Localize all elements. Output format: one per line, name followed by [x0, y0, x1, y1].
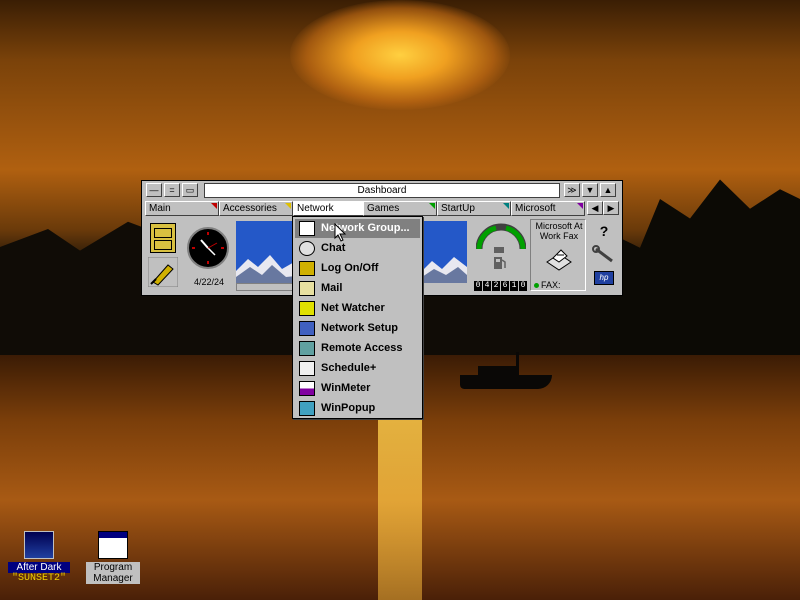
fax-title: Microsoft At Work Fax: [535, 221, 583, 241]
menu-item-label: Log On/Off: [321, 262, 379, 274]
winmeter-icon: [299, 381, 315, 396]
help-icon[interactable]: ?: [594, 223, 614, 241]
menu-item-log-on-off[interactable]: Log On/Off: [295, 259, 420, 278]
counter-digit: 6: [501, 281, 509, 291]
menu-item-mail[interactable]: Mail: [295, 279, 420, 298]
icon-label: Program Manager: [86, 562, 140, 584]
tab-label: Main: [149, 203, 171, 214]
fax-led-icon: [534, 283, 539, 289]
menu-item-label: Mail: [321, 282, 343, 294]
counter-digit: 2: [492, 281, 500, 291]
fax-status: FAX:: [531, 280, 587, 290]
tab-microsoft[interactable]: Microsoft: [511, 201, 585, 216]
key-icon: [299, 261, 315, 276]
collapse-button[interactable]: ≫: [564, 183, 580, 197]
utility-column: ? hp: [592, 223, 616, 289]
desktop-preview-mountains-right[interactable]: [422, 221, 467, 283]
after-dark-icon: [24, 531, 54, 559]
network-menu: Network Group... Chat Log On/Off Mail Ne…: [292, 216, 423, 419]
fountain-pen-icon[interactable]: [148, 257, 178, 287]
window-icon: [299, 221, 315, 236]
counter-digit: 0: [519, 281, 527, 291]
fax-machine-icon: [546, 249, 572, 271]
counter-digit: 1: [510, 281, 518, 291]
window-control-tile-button[interactable]: ▭: [182, 183, 198, 197]
tab-label: Network: [297, 203, 334, 214]
tab-label: Microsoft: [515, 203, 556, 214]
counter-digit: 0: [474, 281, 482, 291]
icon-label: After Dark: [8, 562, 70, 573]
menu-item-label: Network Setup: [321, 322, 399, 334]
menu-item-network-group[interactable]: Network Group...: [295, 219, 420, 238]
schedule-icon: [299, 361, 315, 376]
date-label: 4/22/24: [193, 277, 225, 287]
menu-item-network-setup[interactable]: Network Setup: [295, 319, 420, 338]
wrench-icon[interactable]: [592, 245, 616, 265]
fuel-pump-icon: [494, 257, 506, 269]
menu-item-label: Net Watcher: [321, 302, 385, 314]
tab-label: Accessories: [223, 203, 277, 214]
net-watcher-icon: [299, 301, 315, 316]
fax-panel[interactable]: Microsoft At Work Fax FAX:: [530, 219, 586, 291]
usage-counter: 0 4 2 6 1 0: [474, 281, 527, 291]
minimize-button[interactable]: ▼: [582, 183, 598, 197]
winpopup-icon: [299, 401, 315, 416]
mail-icon: [299, 281, 315, 296]
mouse-pointer-icon: [334, 223, 347, 242]
menu-item-schedule[interactable]: Schedule+: [295, 359, 420, 378]
menu-item-label: WinPopup: [321, 402, 376, 414]
tab-startup[interactable]: StartUp: [437, 201, 511, 216]
tab-label: StartUp: [441, 203, 475, 214]
menu-item-label: WinMeter: [321, 382, 371, 394]
menu-item-remote-access[interactable]: Remote Access: [295, 339, 420, 358]
dashboard-title[interactable]: Dashboard: [204, 183, 560, 198]
menu-item-chat[interactable]: Chat: [295, 239, 420, 258]
maximize-button[interactable]: ▲: [600, 183, 616, 197]
tab-games[interactable]: Games: [363, 201, 437, 216]
group-tabs: Main Accessories Network Games StartUp M…: [145, 201, 619, 216]
tab-label: Games: [367, 203, 400, 214]
boat-hull: [460, 375, 552, 389]
boat-mast: [516, 352, 519, 376]
chat-icon: [299, 241, 315, 256]
clock-icon[interactable]: [187, 227, 229, 269]
icon-sublabel: "SUNSET2": [11, 573, 66, 584]
after-dark-desktop-icon[interactable]: After Dark "SUNSET2": [8, 531, 70, 584]
fax-status-label: FAX:: [541, 280, 561, 290]
counter-digit: 4: [483, 281, 491, 291]
network-setup-icon: [299, 321, 315, 336]
remote-access-icon: [299, 341, 315, 356]
tab-network[interactable]: Network: [293, 201, 367, 216]
tab-scroll-right-button[interactable]: ▶: [603, 201, 619, 215]
hp-logo-icon[interactable]: hp: [594, 271, 614, 285]
resource-gauge-icon[interactable]: [476, 223, 526, 253]
program-manager-icon: [98, 531, 128, 559]
window-control-menu-button[interactable]: —: [146, 183, 162, 197]
tab-scroll-left-button[interactable]: ◀: [587, 201, 603, 215]
menu-item-winpopup[interactable]: WinPopup: [295, 399, 420, 418]
window-control-restore-button[interactable]: =: [164, 183, 180, 197]
menu-item-label: Remote Access: [321, 342, 403, 354]
menu-item-net-watcher[interactable]: Net Watcher: [295, 299, 420, 318]
menu-item-winmeter[interactable]: WinMeter: [295, 379, 420, 398]
treeline-silhouette-right: [600, 179, 800, 355]
program-manager-desktop-icon[interactable]: Program Manager: [86, 531, 140, 584]
menu-item-label: Schedule+: [321, 362, 377, 374]
file-cabinet-icon[interactable]: [150, 223, 176, 253]
sunset-sun: [290, 0, 510, 110]
tab-main[interactable]: Main: [145, 201, 219, 216]
tab-accessories[interactable]: Accessories: [219, 201, 293, 216]
